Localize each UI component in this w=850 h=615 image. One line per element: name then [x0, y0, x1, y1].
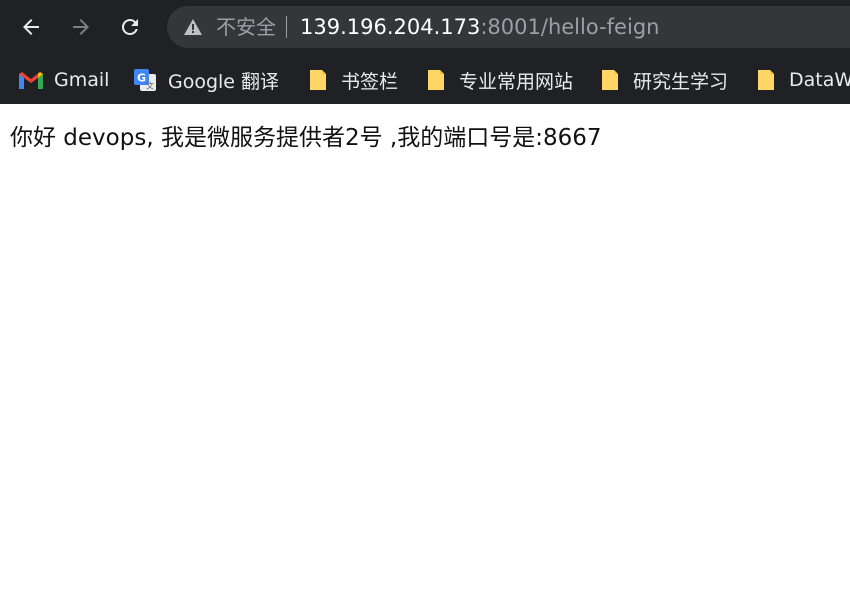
bookmark-label: 专业常用网站	[459, 70, 574, 93]
reload-icon	[121, 18, 138, 35]
bookmark-label: Gmail	[54, 69, 110, 91]
bookmark-folder-bookmarks[interactable]: 书签栏	[306, 56, 398, 104]
bookmark-label: 研究生学习	[633, 70, 729, 93]
folder-icon	[424, 68, 448, 92]
omnibox-divider	[286, 16, 287, 38]
browser-toolbar: 不安全 139.196.204.173:8001/hello-feign	[0, 0, 850, 56]
url-path: :8001/hello-feign	[480, 15, 660, 39]
folder-icon	[754, 68, 778, 92]
svg-text:G: G	[137, 72, 146, 85]
bookmark-folder-dataw[interactable]: DataW	[754, 56, 850, 104]
bookmark-folder-pro-sites[interactable]: 专业常用网站	[424, 56, 573, 104]
arrow-left-icon	[23, 19, 39, 35]
bookmark-label: DataW	[789, 69, 850, 91]
bookmark-google-translate[interactable]: G 文 Google 翻译	[133, 56, 279, 104]
security-label[interactable]: 不安全	[216, 6, 276, 48]
response-message: 你好 devops, 我是微服务提供者2号 ,我的端口号是:8667	[10, 125, 602, 151]
address-bar[interactable]: 不安全 139.196.204.173:8001/hello-feign	[167, 6, 850, 48]
browser-chrome: 不安全 139.196.204.173:8001/hello-feign Gma…	[0, 0, 850, 104]
folder-icon	[598, 68, 622, 92]
google-translate-icon: G 文	[133, 68, 157, 92]
gmail-icon	[19, 68, 43, 92]
url-host: 139.196.204.173	[300, 15, 481, 39]
bookmark-gmail[interactable]: Gmail	[19, 56, 109, 104]
page-content: 你好 devops, 我是微服务提供者2号 ,我的端口号是:8667	[0, 104, 850, 166]
folder-icon	[306, 68, 330, 92]
warning-triangle-icon[interactable]	[184, 18, 202, 36]
reload-button[interactable]	[112, 9, 148, 45]
bookmarks-bar: Gmail G 文 Google 翻译 书签栏 专业常用网站 研究生学习 Dat…	[0, 56, 850, 104]
forward-button[interactable]	[63, 9, 99, 45]
url-text[interactable]: 139.196.204.173:8001/hello-feign	[300, 6, 659, 48]
svg-text:文: 文	[146, 81, 154, 91]
back-button[interactable]	[13, 9, 49, 45]
arrow-right-icon	[73, 19, 89, 35]
bookmark-label: 书签栏	[341, 70, 399, 93]
bookmark-label: Google 翻译	[168, 70, 280, 93]
bookmark-folder-grad-study[interactable]: 研究生学习	[598, 56, 728, 104]
